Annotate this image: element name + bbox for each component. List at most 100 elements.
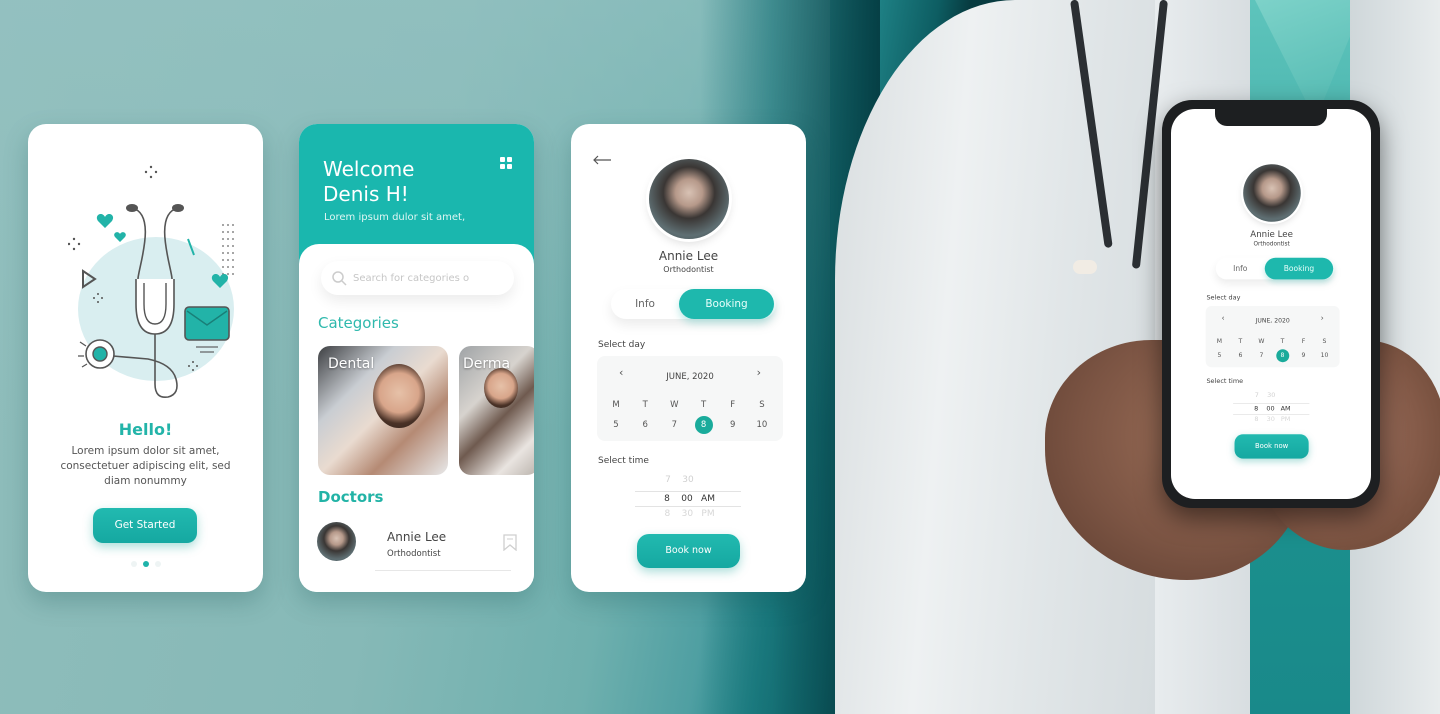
page-dot[interactable] <box>130 561 137 567</box>
onboarding-body: Lorem ipsum dolor sit amet, consectetuer… <box>60 445 231 487</box>
select-time-label: Select time <box>598 456 649 466</box>
weekday: S <box>1322 337 1327 345</box>
weekday: T <box>1238 337 1243 345</box>
search-bar[interactable] <box>321 261 514 295</box>
weekday-row: M T W T F S <box>607 396 771 414</box>
page-dot-active[interactable] <box>142 561 149 567</box>
date-cell[interactable]: 5 <box>607 416 625 434</box>
phone-screen: Annie Lee Orthodontist Info Booking Sele… <box>1171 109 1371 499</box>
date-cell-selected[interactable]: 8 <box>694 416 713 434</box>
calendar: ‹ JUNE, 2020 › M T W T F S 5 6 7 8 9 10 <box>597 356 783 441</box>
date-cell-selected[interactable]: 8 <box>1275 349 1289 363</box>
time-option[interactable]: 8 30 PM <box>635 509 741 519</box>
doctor-name: Annie Lee <box>387 530 447 544</box>
date-cell[interactable]: 10 <box>1318 349 1331 362</box>
weekday: W <box>670 400 679 410</box>
tab-booking[interactable]: Booking <box>679 289 774 319</box>
doctor-name: Annie Lee <box>658 249 719 263</box>
date-cell[interactable]: 7 <box>1255 349 1268 362</box>
chevron-right-icon[interactable]: › <box>757 366 761 379</box>
heart-icon <box>114 232 126 242</box>
greeting: Welcome Denis H! <box>323 157 414 207</box>
page-indicator <box>28 561 263 567</box>
doctor-avatar <box>1243 164 1301 222</box>
tab-bar: Info Booking <box>611 289 776 319</box>
time-picker[interactable]: 7 30 8 00 AM 8 30 PM <box>1233 390 1310 426</box>
calendar: ‹ JUNE, 2020 › M T W T F S 5 6 7 8 9 10 <box>1205 306 1340 368</box>
time-picker[interactable]: 7 30 8 00 AM 8 30 PM <box>635 473 741 523</box>
chevron-right-icon[interactable]: › <box>1321 313 1324 322</box>
weekday-row: M T W T F S <box>1213 335 1331 348</box>
select-day-label: Select day <box>1206 294 1241 302</box>
tab-bar: Info Booking <box>1215 257 1335 280</box>
category-photo <box>484 368 518 408</box>
date-cell[interactable]: 7 <box>665 416 683 434</box>
search-icon <box>332 271 347 286</box>
page-dot[interactable] <box>154 561 161 567</box>
date-cell[interactable]: 6 <box>636 416 654 434</box>
grid-icon[interactable] <box>500 157 512 169</box>
doctor-specialty: Orthodontist <box>663 265 714 274</box>
phone-booking-content: Annie Lee Orthodontist Info Booking Sele… <box>1187 139 1356 476</box>
doctor-list-item[interactable]: Annie Lee Orthodontist <box>317 522 517 572</box>
calendar-month: JUNE, 2020 <box>1255 317 1290 325</box>
date-cell[interactable]: 9 <box>724 416 742 434</box>
bookmark-icon[interactable] <box>503 534 517 551</box>
phone-mockup: Annie Lee Orthodontist Info Booking Sele… <box>1162 100 1380 508</box>
time-selected[interactable]: 8 00 AM <box>635 491 741 507</box>
greeting-line-2: Denis H! <box>323 182 409 206</box>
date-row: 5 6 7 8 9 10 <box>1213 349 1331 363</box>
date-row: 5 6 7 8 9 10 <box>607 416 771 434</box>
category-card-derma[interactable]: Derma <box>459 346 534 475</box>
date-cell[interactable]: 5 <box>1213 349 1226 362</box>
weekday: T <box>1280 337 1285 345</box>
phone-notch <box>1215 109 1327 126</box>
greeting-line-1: Welcome <box>323 157 415 181</box>
date-cell[interactable]: 10 <box>753 416 771 434</box>
book-now-button[interactable]: Book now <box>1234 434 1309 459</box>
time-option[interactable]: 7 30 <box>635 475 741 485</box>
time-option[interactable]: 8 30 PM <box>1233 416 1309 423</box>
book-now-button[interactable]: Book now <box>637 534 740 568</box>
time-option[interactable]: 7 30 <box>1233 392 1309 399</box>
doctor-name: Annie Lee <box>1250 229 1293 240</box>
stethoscope-earpiece <box>1073 260 1097 274</box>
category-label: Derma <box>463 356 511 372</box>
weekday: F <box>730 400 736 410</box>
doctor-specialty: Orthodontist <box>387 549 441 559</box>
onboarding-screen: Hello! Lorem ipsum dolor sit amet, conse… <box>28 124 263 592</box>
stethoscope-illustration <box>68 165 234 399</box>
category-label: Dental <box>328 356 375 372</box>
category-photo <box>373 364 425 428</box>
dot-grid <box>222 224 234 275</box>
greeting-subtitle: Lorem ipsum dulor sit amet, <box>324 212 466 223</box>
doctor-specialty: Orthodontist <box>1253 240 1290 247</box>
onboarding-title: Hello! <box>118 420 173 439</box>
select-day-label: Select day <box>598 340 646 350</box>
calendar-month: JUNE, 2020 <box>666 372 714 382</box>
tab-booking[interactable]: Booking <box>1264 257 1334 280</box>
time-selected[interactable]: 8 00 AM <box>1233 403 1310 415</box>
select-time-label: Select time <box>1206 378 1244 386</box>
category-card-dental[interactable]: Dental <box>318 346 448 475</box>
weekday: M <box>1216 337 1223 345</box>
booking-screen: Annie Lee Orthodontist Info Booking Sele… <box>571 124 806 592</box>
sparkle-icon <box>144 165 158 179</box>
booking-content: Annie Lee Orthodontist Info Booking Sele… <box>571 124 806 592</box>
doctor-avatar <box>649 159 729 239</box>
home-body: Categories Dental Derma Doctors Annie Le… <box>299 244 534 592</box>
home-screen: Welcome Denis H! Lorem ipsum dulor sit a… <box>299 124 534 592</box>
doctor-avatar <box>317 522 356 561</box>
categories-title: Categories <box>318 314 399 332</box>
tab-info[interactable]: Info <box>611 289 679 319</box>
date-cell[interactable]: 9 <box>1297 349 1310 362</box>
weekday: F <box>1301 337 1306 345</box>
search-input[interactable] <box>353 272 503 284</box>
sparkle-icon <box>68 237 81 251</box>
back-arrow-icon[interactable] <box>592 154 612 166</box>
weekday: W <box>1258 337 1265 345</box>
heart-icon <box>96 214 114 228</box>
date-cell[interactable]: 6 <box>1234 349 1247 362</box>
tab-info[interactable]: Info <box>1216 258 1265 280</box>
get-started-button[interactable]: Get Started <box>93 508 197 543</box>
